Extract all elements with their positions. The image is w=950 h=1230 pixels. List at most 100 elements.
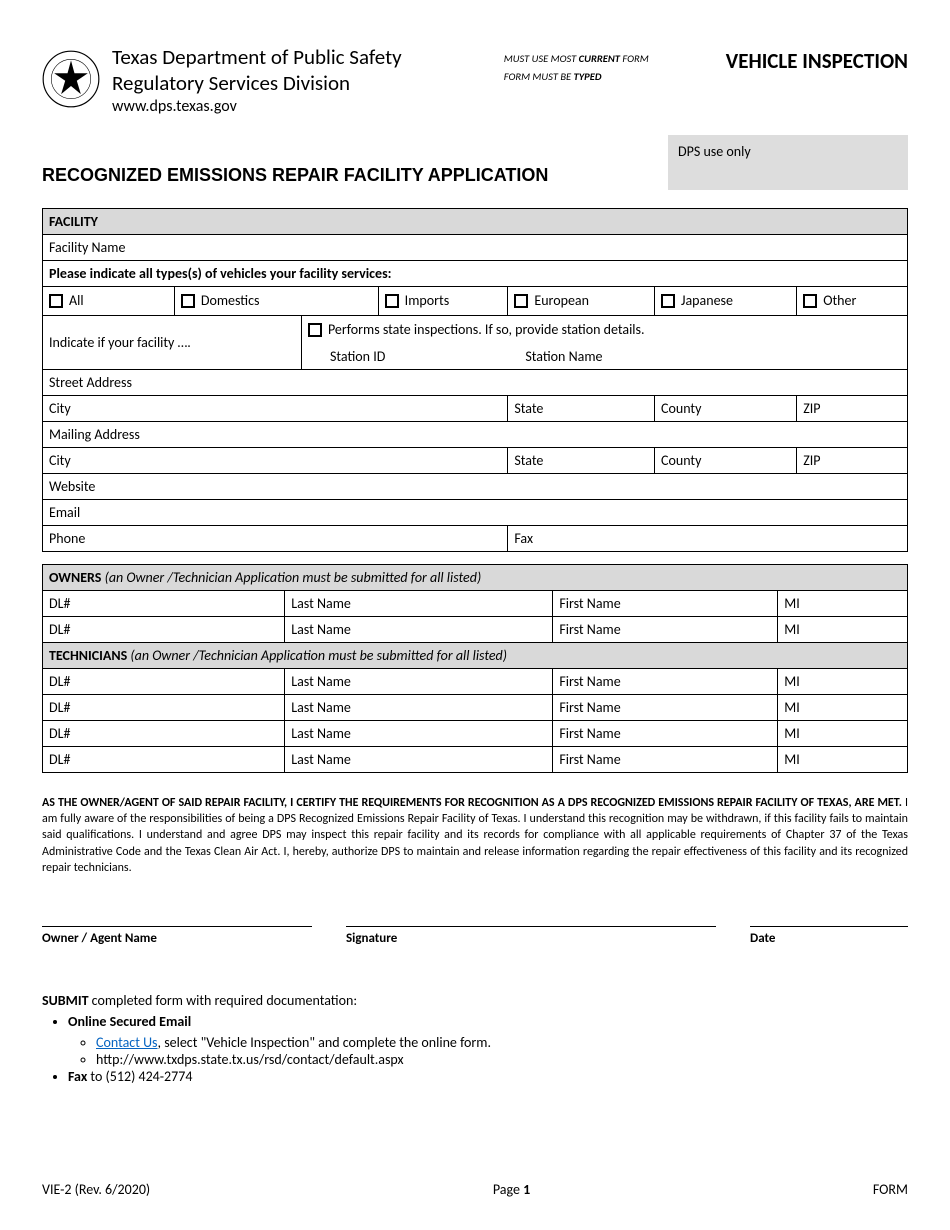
state-seal-icon (42, 50, 100, 108)
certification-paragraph: AS THE OWNER/AGENT OF SAID REPAIR FACILI… (42, 795, 908, 876)
signature-row: Owner / Agent Name Signature Date (42, 926, 908, 946)
facility-table: FACILITY Facility Name Please indicate a… (42, 208, 908, 553)
submit-bullet-fax: Fax to (512) 424-2774 (68, 1068, 908, 1085)
field-owner-first[interactable]: First Name (553, 591, 778, 617)
field-fax[interactable]: Fax (508, 526, 908, 552)
header: Texas Department of Public Safety Regula… (42, 40, 908, 117)
certification-bold: AS THE OWNER/AGENT OF SAID REPAIR FACILI… (42, 796, 902, 810)
checkbox-icon (181, 294, 195, 308)
form-page: Texas Department of Public Safety Regula… (0, 0, 950, 1230)
field-state[interactable]: State (508, 396, 655, 422)
dept-name-line1: Texas Department of Public Safety (112, 44, 492, 70)
checkbox-icon (803, 294, 817, 308)
field-tech-dl[interactable]: DL# (43, 695, 285, 721)
field-website[interactable]: Website (43, 474, 908, 500)
submit-lead-rest: completed form with required documentati… (89, 992, 358, 1009)
field-mailing-state[interactable]: State (508, 448, 655, 474)
checkbox-icon (661, 294, 675, 308)
field-email[interactable]: Email (43, 500, 908, 526)
checkbox-imports[interactable]: Imports (385, 291, 502, 311)
field-tech-first[interactable]: First Name (553, 747, 778, 773)
checkbox-icon (49, 294, 63, 308)
header-notes: MUST USE MOST CURRENT FORM FORM MUST BE … (504, 50, 714, 86)
field-facility-name[interactable]: Facility Name (43, 234, 908, 260)
dps-use-only-box: DPS use only (668, 135, 908, 190)
owners-tech-table: OWNERS (an Owner /Technician Application… (42, 564, 908, 773)
checkbox-icon (308, 323, 322, 337)
submit-instructions: SUBMIT completed form with required docu… (42, 992, 908, 1085)
field-tech-first[interactable]: First Name (553, 721, 778, 747)
checkbox-icon (385, 294, 399, 308)
field-tech-dl[interactable]: DL# (43, 721, 285, 747)
submit-lead-bold: SUBMIT (42, 992, 89, 1009)
field-tech-last[interactable]: Last Name (285, 695, 553, 721)
table-row: DL# Last Name First Name MI (43, 669, 908, 695)
note-use-post: FORM (620, 52, 649, 65)
checkbox-european[interactable]: European (514, 291, 648, 311)
facility-section-header: FACILITY (43, 208, 908, 234)
field-phone[interactable]: Phone (43, 526, 508, 552)
field-tech-mi[interactable]: MI (778, 669, 908, 695)
submit-sub-url: http://www.txdps.state.tx.us/rsd/contact… (96, 1051, 908, 1068)
note-typed-pre: FORM MUST BE (504, 70, 574, 83)
field-tech-mi[interactable]: MI (778, 695, 908, 721)
field-station-id[interactable]: Station ID (330, 348, 385, 365)
field-tech-last[interactable]: Last Name (285, 747, 553, 773)
footer-form-id: VIE-2 (Rev. 6/2020) (42, 1181, 150, 1198)
field-owner-last[interactable]: Last Name (285, 617, 553, 643)
field-tech-dl[interactable]: DL# (43, 669, 285, 695)
dps-use-only-label: DPS use only (678, 143, 751, 160)
field-tech-mi[interactable]: MI (778, 721, 908, 747)
checkbox-other[interactable]: Other (803, 291, 901, 311)
submit-bullet-online: Online Secured Email (68, 1013, 191, 1030)
field-mailing-zip[interactable]: ZIP (797, 448, 908, 474)
field-tech-first[interactable]: First Name (553, 669, 778, 695)
indicate-facility-label: Indicate if your facility …. (43, 315, 302, 370)
field-owner-dl[interactable]: DL# (43, 591, 285, 617)
field-zip[interactable]: ZIP (797, 396, 908, 422)
technicians-section-header: TECHNICIANS (an Owner /Technician Applic… (43, 643, 908, 669)
footer-right: FORM (873, 1181, 908, 1198)
note-typed-bold: TYPED (574, 70, 602, 83)
contact-us-link[interactable]: Contact Us (96, 1034, 158, 1051)
field-mailing-city[interactable]: City (43, 448, 508, 474)
field-county[interactable]: County (654, 396, 796, 422)
field-station-name[interactable]: Station Name (525, 348, 602, 365)
field-mailing-county[interactable]: County (654, 448, 796, 474)
signature-field[interactable]: Signature (346, 926, 716, 946)
dept-url: www.dps.texas.gov (112, 97, 492, 117)
vehicle-types-instruction: Please indicate all types(s) of vehicles… (43, 260, 908, 286)
signature-date[interactable]: Date (750, 926, 908, 946)
note-use-bold: CURRENT (579, 52, 620, 65)
table-row: DL# Last Name First Name MI (43, 617, 908, 643)
field-tech-last[interactable]: Last Name (285, 669, 553, 695)
field-owner-last[interactable]: Last Name (285, 591, 553, 617)
table-row: DL# Last Name First Name MI (43, 721, 908, 747)
checkbox-all[interactable]: All (49, 291, 168, 311)
field-tech-dl[interactable]: DL# (43, 747, 285, 773)
field-tech-mi[interactable]: MI (778, 747, 908, 773)
owners-section-header: OWNERS (an Owner /Technician Application… (43, 565, 908, 591)
field-owner-mi[interactable]: MI (778, 617, 908, 643)
field-city[interactable]: City (43, 396, 508, 422)
table-row: DL# Last Name First Name MI (43, 695, 908, 721)
field-tech-first[interactable]: First Name (553, 695, 778, 721)
field-mailing-address[interactable]: Mailing Address (43, 422, 908, 448)
checkbox-icon (514, 294, 528, 308)
dept-name-line2: Regulatory Services Division (112, 70, 492, 96)
submit-sub-contact: Contact Us, select "Vehicle Inspection" … (96, 1034, 908, 1051)
field-tech-last[interactable]: Last Name (285, 721, 553, 747)
field-owner-first[interactable]: First Name (553, 617, 778, 643)
checkbox-japanese[interactable]: Japanese (661, 291, 790, 311)
doc-category-title: VEHICLE INSPECTION (726, 48, 908, 74)
field-street-address[interactable]: Street Address (43, 370, 908, 396)
field-owner-mi[interactable]: MI (778, 591, 908, 617)
checkbox-performs-inspections[interactable]: Performs state inspections. If so, provi… (308, 320, 901, 340)
checkbox-domestics[interactable]: Domestics (181, 291, 372, 311)
page-footer: VIE-2 (Rev. 6/2020) Page 1 FORM (42, 1181, 908, 1198)
table-row: DL# Last Name First Name MI (43, 747, 908, 773)
department-block: Texas Department of Public Safety Regula… (112, 40, 492, 117)
field-owner-dl[interactable]: DL# (43, 617, 285, 643)
signature-owner-name[interactable]: Owner / Agent Name (42, 926, 312, 946)
table-row: DL# Last Name First Name MI (43, 591, 908, 617)
